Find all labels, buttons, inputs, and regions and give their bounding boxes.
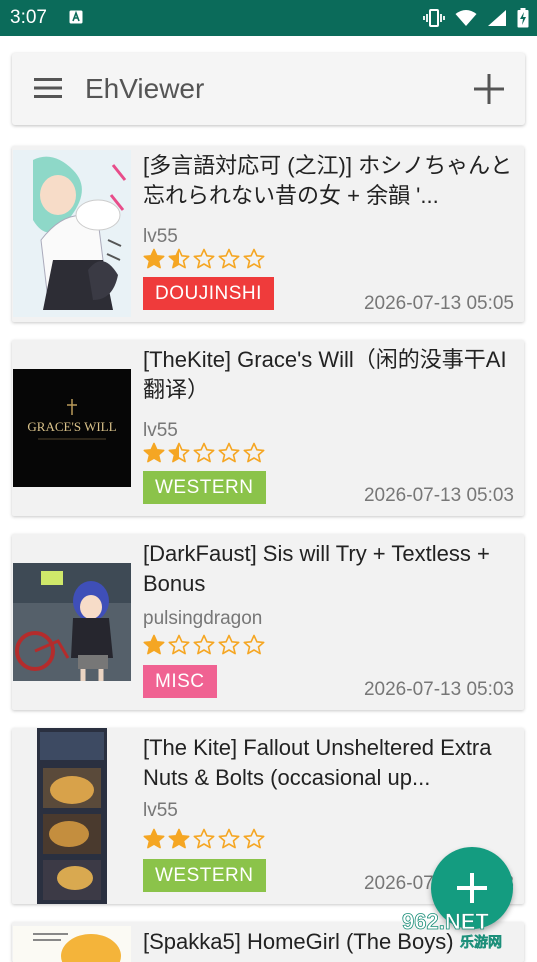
gallery-card[interactable]: GRACE'S WILL [TheKite] Grace's Will（闲的没事… (12, 340, 524, 516)
star-half-icon (168, 248, 190, 269)
gallery-thumbnail (13, 563, 131, 681)
star-empty-icon (168, 634, 190, 655)
notification-a-icon (69, 10, 83, 24)
menu-icon[interactable] (34, 77, 62, 99)
star-empty-icon (218, 828, 240, 849)
star-empty-icon (193, 828, 215, 849)
star-empty-icon (243, 442, 265, 463)
category-badge: MISC (143, 665, 217, 698)
status-icons (423, 8, 529, 28)
gallery-thumbnail (13, 150, 131, 317)
plus-icon[interactable] (473, 73, 505, 105)
wifi-icon (455, 10, 477, 26)
gallery-card[interactable]: [DarkFaust] Sis will Try + Textless + Bo… (12, 534, 524, 710)
star-full-icon (143, 828, 165, 849)
star-empty-icon (193, 634, 215, 655)
gallery-uploader: pulsingdragon (143, 608, 263, 629)
rating-stars (143, 634, 265, 656)
star-full-icon (168, 828, 190, 849)
cover-title-text: GRACE'S WILL (27, 419, 116, 434)
gallery-title: [TheKite] Grace's Will（闲的没事干AI翻译） (143, 347, 507, 402)
star-empty-icon (193, 442, 215, 463)
gallery-uploader: lv55 (143, 226, 178, 247)
star-empty-icon (218, 442, 240, 463)
status-time: 3:07 (10, 7, 47, 28)
star-empty-icon (193, 248, 215, 269)
gallery-date: 2026-07-13 05:05 (363, 293, 514, 314)
gallery-uploader: lv55 (143, 420, 178, 441)
category-badge: WESTERN (143, 471, 266, 504)
gallery-date: 2026-07-13 05:03 (363, 679, 514, 700)
search-bar[interactable]: EhViewer (12, 53, 525, 125)
star-full-icon (143, 634, 165, 655)
vibrate-icon (423, 9, 445, 27)
gallery-date: 2026-07-13 05:03 (363, 485, 514, 506)
rating-stars (143, 442, 265, 464)
signal-icon (488, 10, 506, 26)
gallery-thumbnail (13, 926, 131, 962)
status-bar: 3:07 (0, 0, 537, 36)
svg-text:962.NET: 962.NET (402, 909, 489, 934)
gallery-thumbnail: GRACE'S WILL (13, 369, 131, 487)
star-empty-icon (243, 828, 265, 849)
gallery-card[interactable]: [多言語対応可 (之江)] ホシノちゃんと忘れられない昔の女 + 余韻 '...… (12, 146, 524, 322)
star-empty-icon (243, 248, 265, 269)
category-badge: DOUJINSHI (143, 277, 274, 310)
gallery-title: [多言語対応可 (之江)] ホシノちゃんと忘れられない昔の女 + 余韻 '... (143, 153, 513, 208)
star-full-icon (143, 442, 165, 463)
svg-text:乐游网: 乐游网 (460, 934, 502, 950)
battery-icon (517, 8, 529, 28)
rating-stars (143, 248, 265, 270)
star-empty-icon (218, 634, 240, 655)
gallery-uploader: lv55 (143, 800, 178, 821)
star-empty-icon (218, 248, 240, 269)
category-badge: WESTERN (143, 859, 266, 892)
gallery-title: [The Kite] Fallout Unsheltered Extra Nut… (143, 735, 492, 790)
rating-stars (143, 828, 265, 850)
app-title: EhViewer (85, 73, 205, 104)
gallery-thumbnail (37, 728, 107, 904)
star-half-icon (168, 442, 190, 463)
star-empty-icon (243, 634, 265, 655)
star-full-icon (143, 248, 165, 269)
site-watermark: 962.NET 乐游网 (402, 909, 503, 950)
gallery-title: [DarkFaust] Sis will Try + Textless + Bo… (143, 541, 490, 596)
